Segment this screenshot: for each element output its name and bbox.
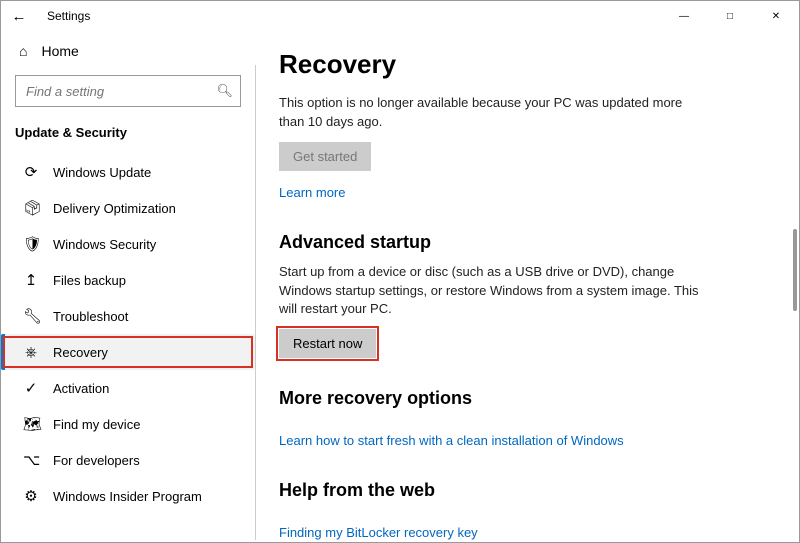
close-button[interactable]: ✕ (753, 1, 799, 31)
more-recovery-heading: More recovery options (279, 388, 771, 409)
sidebar-item-label: Activation (53, 381, 109, 396)
minimize-icon: ― (679, 11, 689, 22)
section-header: Update & Security (1, 121, 255, 154)
window-controls: ― □ ✕ (661, 1, 799, 31)
close-icon: ✕ (772, 11, 780, 22)
learn-more-link[interactable]: Learn more (279, 185, 345, 200)
main-content: Recovery This option is no longer availa… (255, 31, 799, 542)
insider-icon: ⚙︎ (23, 487, 39, 505)
scrollbar[interactable] (783, 33, 797, 540)
search-icon: 🔍︎ (216, 83, 233, 99)
sidebar-item-delivery-optimization[interactable]: 📦︎ Delivery Optimization (1, 190, 255, 226)
arrow-left-icon: ← (12, 8, 27, 25)
upload-icon: ↥ (23, 271, 39, 289)
shield-icon: 🛡︎ (23, 235, 39, 253)
check-circle-icon: ✓ (23, 379, 39, 397)
sync-icon: ⟳ (23, 163, 39, 181)
home-label: Home (41, 43, 78, 59)
location-icon: 🗺︎ (23, 415, 39, 433)
sidebar-item-label: Troubleshoot (53, 309, 128, 324)
sidebar-item-recovery[interactable]: ⎈ Recovery (1, 334, 255, 370)
back-button[interactable]: ← (5, 2, 33, 30)
sidebar-item-label: Files backup (53, 273, 126, 288)
get-started-button: Get started (279, 142, 371, 171)
advanced-startup-heading: Advanced startup (279, 232, 771, 253)
maximize-button[interactable]: □ (707, 1, 753, 31)
sidebar-item-files-backup[interactable]: ↥ Files backup (1, 262, 255, 298)
window-title: Settings (47, 9, 90, 23)
home-icon: ⌂ (19, 43, 27, 59)
sidebar-item-label: Windows Security (53, 237, 156, 252)
home-button[interactable]: ⌂ Home (1, 33, 255, 69)
page-title: Recovery (279, 49, 771, 80)
sidebar-item-windows-security[interactable]: 🛡︎ Windows Security (1, 226, 255, 262)
search-input[interactable] (15, 75, 241, 107)
minimize-button[interactable]: ― (661, 1, 707, 31)
restart-now-button[interactable]: Restart now (279, 329, 376, 358)
sidebar-item-label: Recovery (53, 345, 108, 360)
dev-icon: ⌥ (23, 451, 39, 469)
titlebar: ← Settings ― □ ✕ (1, 1, 799, 31)
sidebar-item-troubleshoot[interactable]: 🔧︎ Troubleshoot (1, 298, 255, 334)
sidebar-item-windows-insider[interactable]: ⚙︎ Windows Insider Program (1, 478, 255, 514)
maximize-icon: □ (727, 11, 733, 22)
sidebar-item-activation[interactable]: ✓ Activation (1, 370, 255, 406)
sidebar-item-label: Find my device (53, 417, 140, 432)
reset-description: This option is no longer available becau… (279, 94, 699, 132)
recovery-icon: ⎈ (23, 344, 39, 361)
scrollbar-thumb[interactable] (793, 229, 797, 311)
help-from-web-heading: Help from the web (279, 480, 771, 501)
advanced-startup-description: Start up from a device or disc (such as … (279, 263, 699, 320)
sidebar-item-for-developers[interactable]: ⌥ For developers (1, 442, 255, 478)
delivery-icon: 📦︎ (23, 199, 39, 217)
sidebar-item-find-my-device[interactable]: 🗺︎ Find my device (1, 406, 255, 442)
sidebar-item-label: Windows Update (53, 165, 151, 180)
start-fresh-link[interactable]: Learn how to start fresh with a clean in… (279, 433, 624, 448)
sidebar-item-label: For developers (53, 453, 140, 468)
bitlocker-link[interactable]: Finding my BitLocker recovery key (279, 525, 478, 540)
sidebar-item-label: Delivery Optimization (53, 201, 176, 216)
nav-list: ⟳Windows Update 📦︎Delivery Optimization … (1, 154, 255, 514)
sidebar-item-label: Windows Insider Program (53, 489, 202, 504)
sidebar: ⌂ Home 🔍︎ Update & Security ⟳ Windows Upd… (1, 31, 255, 542)
sidebar-item-windows-update[interactable]: ⟳ Windows Update (1, 154, 255, 190)
wrench-icon: 🔧︎ (23, 307, 39, 325)
